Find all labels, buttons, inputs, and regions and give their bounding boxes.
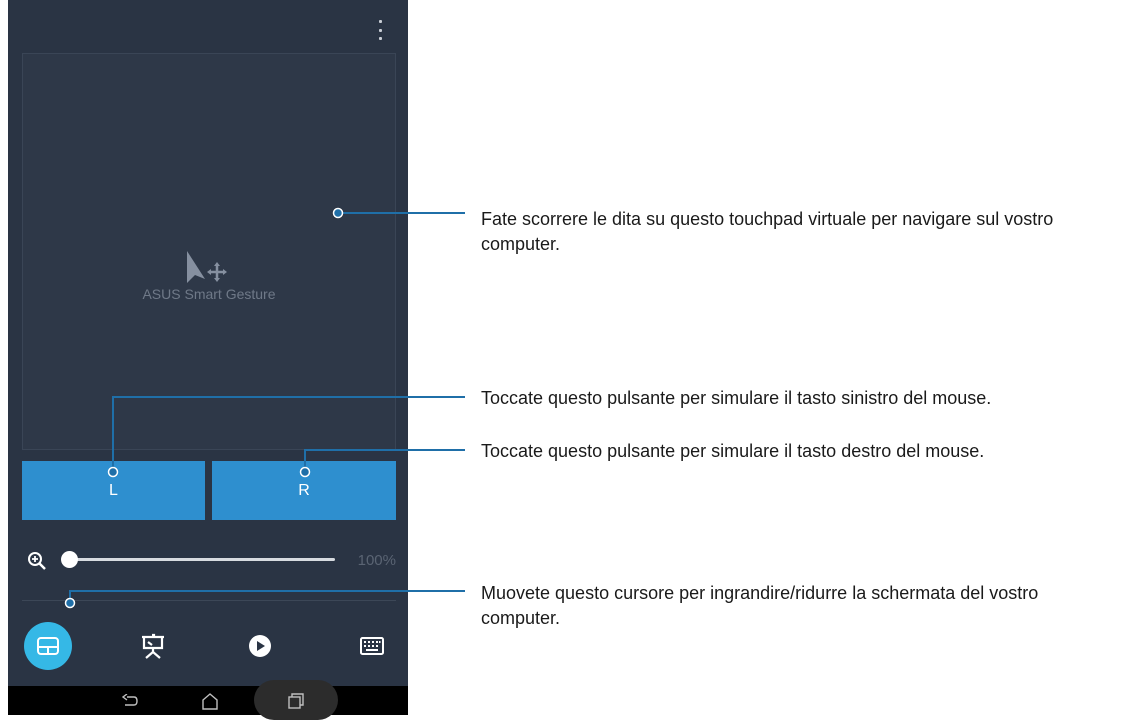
left-button-annotation: Toccate questo pulsante per simulare il …: [481, 388, 992, 408]
touchpad-label: ASUS Smart Gesture: [142, 286, 276, 302]
zoom-in-icon: [28, 552, 46, 570]
touchpad-tab[interactable]: [24, 622, 72, 670]
android-nav-bar: [8, 680, 408, 720]
back-icon: [122, 693, 138, 706]
zoom-value: 100%: [357, 552, 396, 569]
overflow-menu-icon[interactable]: [377, 20, 383, 40]
touchpad-icon: [37, 637, 59, 655]
presentation-tab[interactable]: [129, 622, 177, 670]
play-icon: [249, 635, 271, 657]
touchpad-annotation: Fate scorrere le dita su questo touchpad…: [481, 209, 1054, 254]
recent-apps-button[interactable]: [280, 686, 312, 715]
home-button[interactable]: [194, 686, 226, 715]
keyboard-icon: [360, 637, 384, 655]
divider: [22, 600, 396, 601]
left-click-button[interactable]: L: [22, 461, 205, 520]
media-tab[interactable]: [236, 622, 284, 670]
home-icon: [202, 692, 218, 710]
zoom-slider-thumb[interactable]: [61, 551, 78, 568]
right-button-annotation: Toccate questo pulsante per simulare il …: [481, 441, 985, 461]
keyboard-tab[interactable]: [348, 622, 396, 670]
back-button[interactable]: [114, 686, 146, 715]
right-click-button[interactable]: R: [212, 461, 396, 520]
slider-annotation: Muovete questo cursore per ingrandire/ri…: [481, 583, 1039, 628]
presentation-icon: [142, 633, 164, 659]
recent-apps-icon: [288, 692, 304, 709]
virtual-touchpad[interactable]: ASUS Smart Gesture: [22, 53, 396, 450]
zoom-slider-track[interactable]: [70, 558, 335, 561]
